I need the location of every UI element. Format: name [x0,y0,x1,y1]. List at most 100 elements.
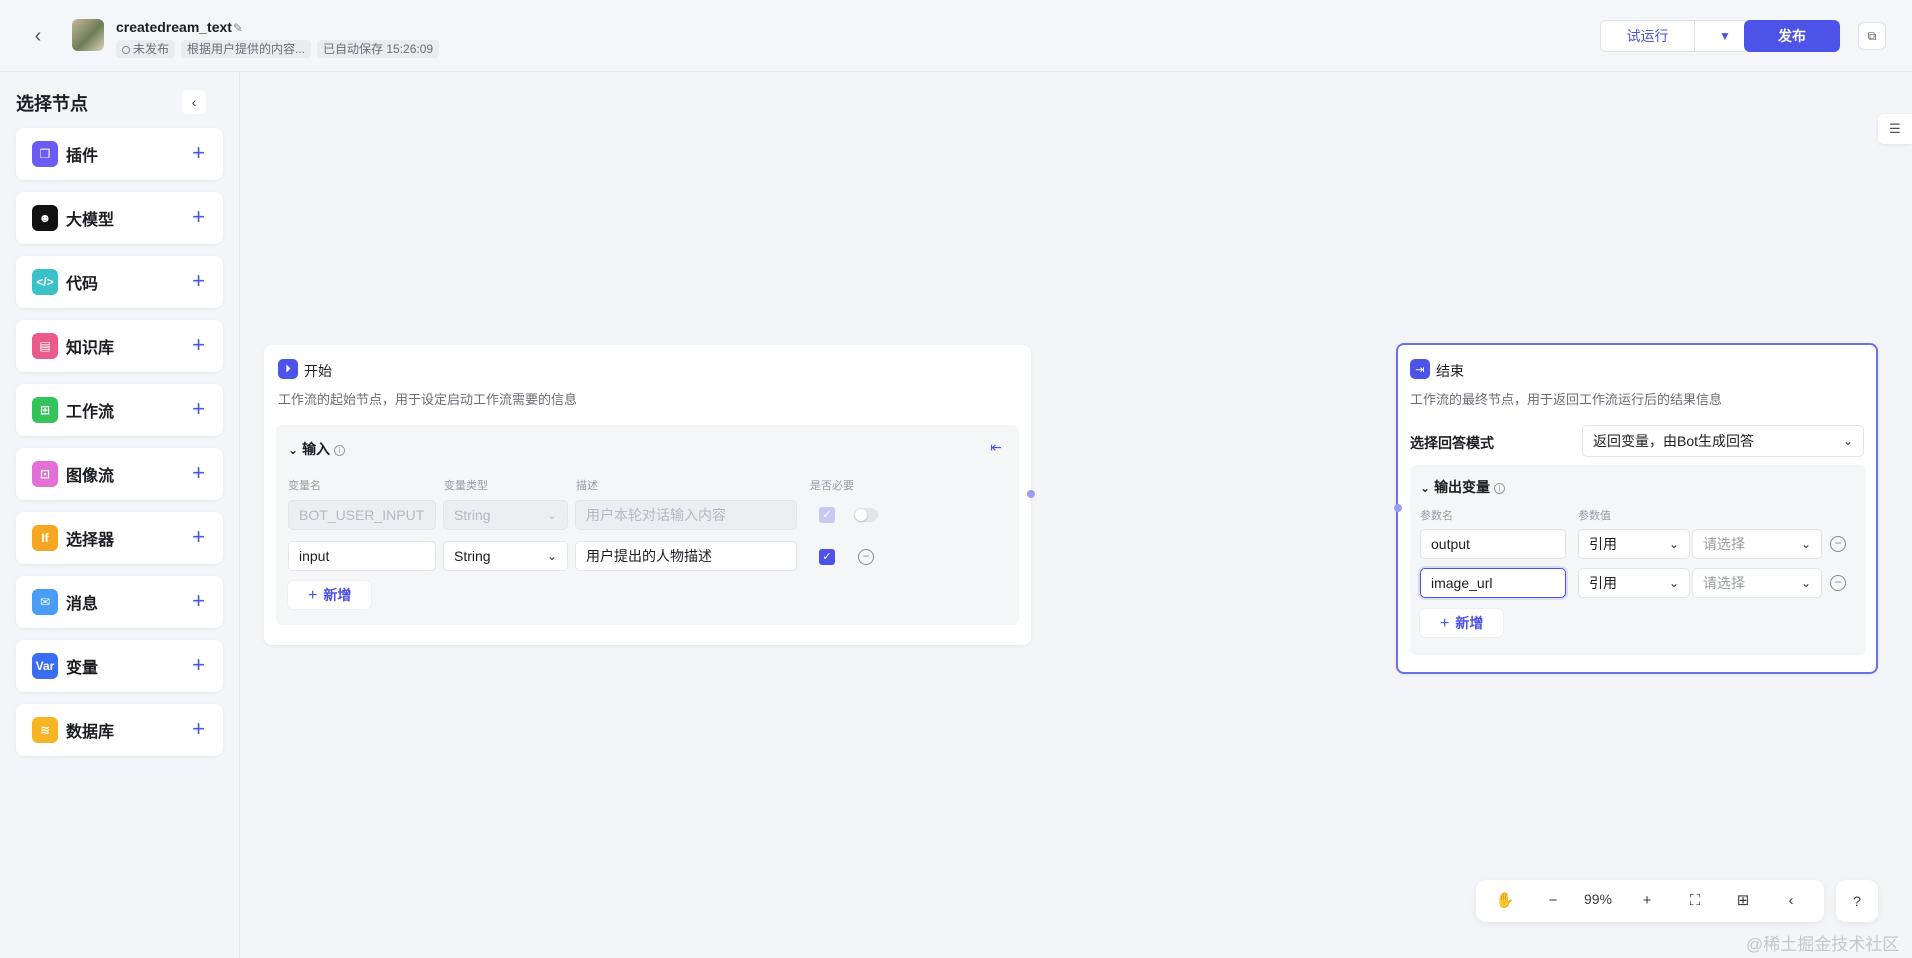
var-type-value: String [454,548,491,564]
connector-style-icon[interactable]: ‹ [1780,890,1802,912]
add-node-icon[interactable]: + [192,717,205,741]
remove-row-icon[interactable]: − [858,549,874,565]
param-value-select[interactable]: 请选择 ⌄ [1692,568,1822,598]
col-head-param-value: 参数值 [1578,510,1611,522]
answer-mode-label: 选择回答模式 [1410,435,1494,451]
answer-mode-select[interactable]: 返回变量，由Bot生成回答 ⌄ [1582,425,1864,457]
node-item-label: 大模型 [66,212,115,229]
ref-type-select[interactable]: 引用 ⌄ [1578,529,1690,559]
add-output-button[interactable]: + 新增 [1420,609,1504,637]
chevron-down-icon: ⌄ [1800,537,1811,551]
node-item[interactable]: ⊞ 工作流 + [16,384,223,436]
knowledge-icon: ▤ [32,333,58,359]
add-input-button[interactable]: + 新增 [288,581,372,609]
meta-row: 未发布 根据用户提供的内容... 已自动保存 15:26:09 [116,40,440,58]
node-item[interactable]: Var 变量 + [16,640,223,692]
selector-icon: If [32,525,58,551]
trial-run-button[interactable]: 试运行 [1601,21,1695,51]
input-section-label: 输入 [302,441,331,457]
add-node-icon[interactable]: + [192,269,205,293]
node-item[interactable]: ❒ 插件 + [16,128,223,180]
chevron-down-icon: ⌄ [1800,576,1811,590]
var-desc-field: 用户本轮对话输入内容 [575,500,797,530]
node-item[interactable]: If 选择器 + [16,512,223,564]
start-node-card[interactable]: ⏵ 开始 工作流的起始节点，用于设定启动工作流需要的信息 ⌄ 输入 i ⇤ 变量名 … [264,345,1031,645]
add-node-icon[interactable]: + [192,333,205,357]
info-icon: i [334,445,346,456]
ref-type-value: 引用 [1589,536,1617,552]
chevron-down-icon: ⌄ [1842,434,1853,448]
end-node-card[interactable]: ⇥ 结束 工作流的最终节点，用于返回工作流运行后的结果信息 选择回答模式 返回变… [1396,343,1878,674]
add-node-icon[interactable]: + [192,653,205,677]
param-value-placeholder: 请选择 [1703,575,1745,591]
add-node-icon[interactable]: + [192,205,205,229]
zoom-out-icon[interactable]: − [1542,890,1564,912]
add-node-icon[interactable]: + [192,525,205,549]
side-panel-toggle-icon[interactable]: ☰ [1878,114,1912,144]
node-item-label: 代码 [66,276,99,293]
chevron-down-icon: ⌄ [1668,576,1679,590]
fit-view-icon[interactable]: ⛶ [1684,890,1706,912]
start-node-title: 开始 [304,363,332,379]
copy-icon[interactable]: ⧉ [1858,22,1886,50]
edit-icon[interactable]: ✎ [233,21,246,35]
zoom-level[interactable]: 99% [1576,891,1620,907]
zoom-in-icon[interactable]: + [1636,890,1658,912]
import-icon[interactable]: ⇤ [986,437,1006,457]
node-item[interactable]: ⊡ 图像流 + [16,448,223,500]
node-list: ❒ 插件 + ☻ 大模型 + </> 代码 + ▤ 知识库 + ⊞ 工作流 + ⊡ 图像流 + If 选择器 + ✉ 消息 +… [16,128,223,768]
imageflow-icon: ⊡ [32,461,58,487]
node-item-label: 图像流 [66,468,115,485]
col-head-type: 变量类型 [444,480,488,492]
remove-row-icon[interactable]: − [1830,575,1846,591]
var-name-field[interactable]: input [288,541,436,571]
required-checkbox[interactable]: ✓ [819,549,835,565]
toggle-switch [854,508,878,522]
autosave-tag: 已自动保存 15:26:09 [317,40,440,58]
hand-icon[interactable]: ✋ [1494,890,1516,912]
output-section-title[interactable]: ⌄ 输出变量 i [1420,477,1506,497]
var-desc-field[interactable]: 用户提出的人物描述 [575,541,797,571]
add-node-icon[interactable]: + [192,589,205,613]
node-item[interactable]: ▤ 知识库 + [16,320,223,372]
param-name-field[interactable]: image_url [1420,568,1566,598]
add-node-icon[interactable]: + [192,461,205,485]
description-tag: 根据用户提供的内容... [181,40,312,58]
node-item-label: 数据库 [66,724,115,741]
database-icon: ≋ [32,717,58,743]
input-section-title[interactable]: ⌄ 输入 i [288,439,346,459]
add-node-icon[interactable]: + [192,141,205,165]
node-item[interactable]: ≋ 数据库 + [16,704,223,756]
help-icon[interactable]: ? [1836,880,1878,922]
node-item-label: 插件 [66,148,99,165]
ref-type-value: 引用 [1589,575,1617,591]
auto-layout-icon[interactable]: ⊞ [1732,890,1754,912]
app-avatar [72,19,104,51]
collapse-sidebar-icon[interactable]: ‹ [182,90,206,114]
node-item[interactable]: ✉ 消息 + [16,576,223,628]
col-head-name: 变量名 [288,480,321,492]
node-item-label: 变量 [66,660,99,677]
publish-status-badge: 未发布 [116,40,176,58]
remove-row-icon[interactable]: − [1830,536,1846,552]
node-item[interactable]: ☻ 大模型 + [16,192,223,244]
back-arrow-icon[interactable]: ‹ [26,24,50,48]
end-input-port[interactable] [1394,504,1402,512]
node-item[interactable]: </> 代码 + [16,256,223,308]
chevron-down-icon: ⌄ [1420,481,1431,495]
param-value-select[interactable]: 请选择 ⌄ [1692,529,1822,559]
var-type-select[interactable]: String ⌄ [443,541,568,571]
ref-type-select[interactable]: 引用 ⌄ [1578,568,1690,598]
param-name-field[interactable]: output [1420,529,1566,559]
node-item-label: 工作流 [66,404,115,421]
publish-button[interactable]: 发布 [1744,20,1840,52]
add-node-icon[interactable]: + [192,397,205,421]
var-type-select: String ⌄ [443,500,568,530]
chevron-down-icon: ⌄ [288,443,299,457]
start-output-port[interactable] [1027,490,1035,498]
publish-status-text: 未发布 [133,42,170,56]
output-section: ⌄ 输出变量 i 参数名 参数值 output 引用 ⌄ 请选择 ⌄ − image_u… [1410,465,1866,655]
col-head-required: 是否必要 [810,480,854,492]
required-checkbox: ✓ [819,507,835,523]
plugin-icon: ❒ [32,141,58,167]
